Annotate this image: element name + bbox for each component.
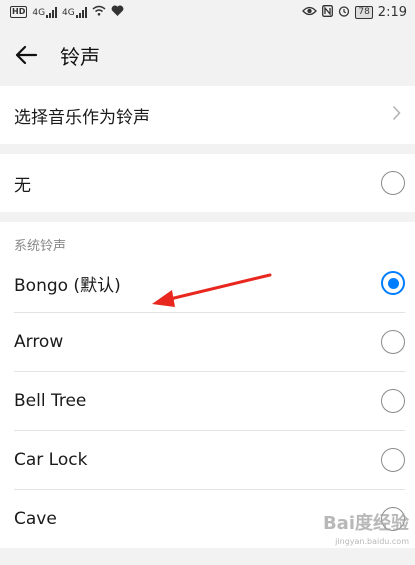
nfc-icon [322, 4, 334, 20]
ringtone-radio-selected[interactable] [381, 271, 405, 295]
ringtone-radio[interactable] [381, 330, 405, 354]
chevron-right-icon [392, 105, 401, 126]
none-card: 无 [0, 154, 415, 212]
status-bar: HD 4G 4G 78 2:19 [0, 0, 415, 24]
network-type-label-2: 4G [62, 7, 75, 18]
choose-music-label: 选择音乐作为铃声 [14, 107, 150, 128]
watermark-url: jingyan.baidu.com [335, 537, 409, 546]
baidu-watermark: Bai度经验 jingyan.baidu.com [323, 515, 409, 551]
status-right: 78 2:19 [302, 5, 407, 20]
clock: 2:19 [377, 4, 407, 20]
ringtone-row-arrow[interactable]: Arrow [0, 313, 415, 371]
app-header: 铃声 [0, 24, 415, 86]
watermark-brand: Bai度经验 [322, 513, 409, 534]
section-title: 系统铃声 [14, 239, 67, 254]
page-title: 铃声 [60, 44, 100, 69]
ringtone-label: Car Lock [14, 450, 88, 470]
none-label: 无 [14, 175, 31, 196]
ringtone-label: Cave [14, 509, 57, 529]
alarm-icon [338, 5, 350, 20]
hd-icon: HD [10, 6, 28, 18]
wifi-icon [92, 5, 106, 19]
section-gap-2 [0, 212, 415, 222]
eye-icon [302, 5, 318, 19]
ringtone-radio[interactable] [381, 448, 405, 472]
system-ringtones-card: 系统铃声 Bongo (默认) Arrow Bell Tree Car Lock… [0, 222, 415, 548]
ringtone-label: Bongo (默认) [14, 275, 121, 296]
network-type-label: 4G [32, 7, 46, 18]
ringtone-radio[interactable] [381, 389, 405, 413]
heart-icon [111, 5, 124, 20]
ringtone-label: Bell Tree [14, 391, 87, 411]
ringtone-row-car-lock[interactable]: Car Lock [0, 431, 415, 489]
none-radio[interactable] [381, 171, 405, 195]
signal-icon: 4G [32, 6, 58, 18]
ringtone-row-bell-tree[interactable]: Bell Tree [0, 372, 415, 430]
choose-music-row[interactable]: 选择音乐作为铃声 [0, 86, 415, 144]
ringtone-label: Arrow [14, 332, 64, 352]
music-card: 选择音乐作为铃声 [0, 86, 415, 144]
ringtone-row-bongo[interactable]: Bongo (默认) [0, 254, 415, 312]
back-arrow-icon[interactable] [12, 41, 40, 69]
battery-icon: 78 [355, 5, 373, 19]
status-left: HD 4G 4G [10, 5, 124, 20]
signal-icon-2: 4G [62, 6, 87, 18]
none-row[interactable]: 无 [0, 154, 415, 212]
